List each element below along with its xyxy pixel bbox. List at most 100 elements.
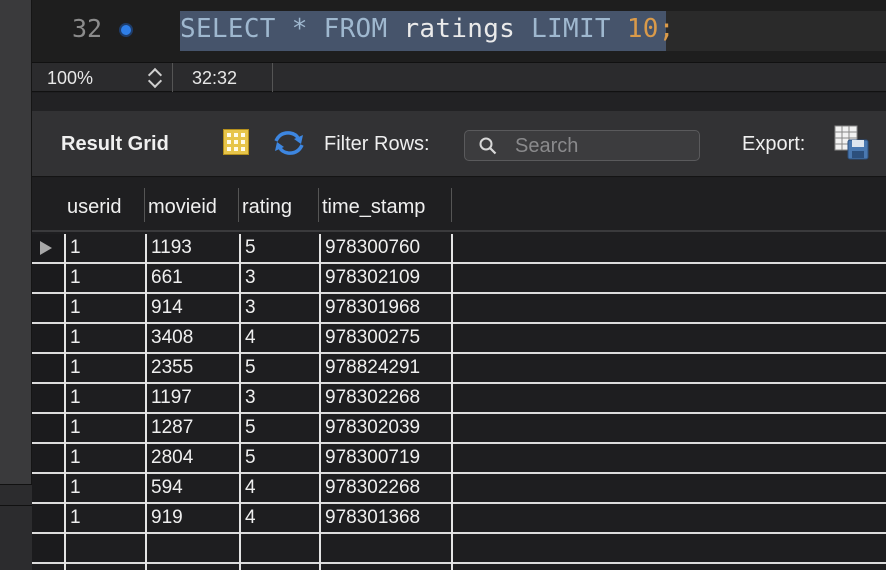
cell-rating[interactable]: 5	[241, 234, 256, 262]
export-label: Export:	[742, 133, 806, 155]
cell-userid[interactable]: 1	[66, 444, 81, 472]
sql-keyword-limit: LIMIT	[531, 14, 611, 44]
editor-line-highlight	[666, 11, 886, 51]
cell-movieid[interactable]: 661	[147, 264, 183, 292]
cell-userid[interactable]: 1	[66, 474, 81, 502]
table-row[interactable]: 1 2355 5 978824291	[32, 354, 886, 384]
cell-time-stamp[interactable]: 978301968	[321, 294, 420, 322]
cell-rating[interactable]: 5	[241, 414, 256, 442]
cell-userid[interactable]: 1	[66, 264, 81, 292]
column-header-userid[interactable]: userid	[64, 188, 145, 222]
table-row-empty[interactable]	[32, 534, 886, 564]
cell-movieid[interactable]: 2355	[147, 354, 193, 382]
cell-userid[interactable]: 1	[66, 234, 81, 262]
cell-rating[interactable]: 4	[241, 474, 256, 502]
sql-table-name: ratings	[403, 14, 516, 44]
cell-userid[interactable]: 1	[66, 504, 81, 532]
cell-time-stamp[interactable]: 978300760	[321, 234, 420, 262]
cell-movieid[interactable]: 919	[147, 504, 183, 532]
divider	[272, 63, 273, 92]
cell-userid[interactable]: 1	[66, 294, 81, 322]
result-toolbar: Result Grid Filter Rows: Export:	[32, 111, 886, 177]
cell-rating[interactable]: 4	[241, 324, 256, 352]
cell-time-stamp[interactable]: 978302039	[321, 414, 420, 442]
result-grid-label: Result Grid	[61, 133, 169, 155]
sql-semicolon: ;	[658, 14, 675, 44]
export-icon[interactable]	[834, 125, 870, 161]
cell-movieid[interactable]: 914	[147, 294, 183, 322]
filter-rows-label: Filter Rows:	[324, 133, 430, 155]
sql-keyword-select: SELECT	[180, 14, 276, 44]
search-icon	[479, 137, 497, 155]
row-gutter	[32, 324, 64, 353]
cell-movieid[interactable]: 3408	[147, 324, 193, 352]
cell-time-stamp[interactable]: 978300275	[321, 324, 420, 352]
left-sidebar-lower-panel	[0, 484, 32, 570]
line-number: 32	[72, 14, 103, 43]
cell-rating[interactable]: 3	[241, 384, 256, 412]
cell-rating[interactable]: 4	[241, 504, 256, 532]
table-row[interactable]: 1 3408 4 978300275	[32, 324, 886, 354]
cell-time-stamp[interactable]: 978302268	[321, 384, 420, 412]
row-gutter	[32, 414, 64, 443]
cell-rating[interactable]: 3	[241, 294, 256, 322]
cell-userid[interactable]: 1	[66, 354, 81, 382]
row-gutter	[32, 504, 64, 533]
panel-gap	[32, 93, 886, 111]
column-header-movieid[interactable]: movieid	[145, 188, 239, 222]
cell-time-stamp[interactable]: 978300719	[321, 444, 420, 472]
cell-userid[interactable]: 1	[66, 414, 81, 442]
row-gutter	[32, 474, 64, 503]
divider	[0, 505, 32, 506]
table-row[interactable]: 1 1197 3 978302268	[32, 384, 886, 414]
sql-editor[interactable]: 32 SELECT * FROM ratings LIMIT 10;	[32, 0, 886, 62]
left-sidebar-strip	[0, 0, 32, 570]
column-header-time-stamp[interactable]: time_stamp	[319, 188, 452, 222]
search-input[interactable]	[515, 134, 691, 158]
cell-time-stamp[interactable]: 978302109	[321, 264, 420, 292]
result-grid[interactable]: userid movieid rating time_stamp 1 1193 5 9…	[32, 178, 886, 570]
sql-statement[interactable]: SELECT * FROM ratings LIMIT 10;	[180, 14, 675, 44]
breakpoint-dot-icon[interactable]	[121, 25, 131, 35]
cell-time-stamp[interactable]: 978302268	[321, 474, 420, 502]
table-row[interactable]: 1 1193 5 978300760	[32, 234, 886, 264]
cell-movieid[interactable]: 2804	[147, 444, 193, 472]
search-field[interactable]	[464, 130, 700, 161]
cursor-position: 32:32	[192, 68, 238, 88]
zoom-level: 100%	[47, 68, 94, 88]
cell-movieid[interactable]: 1193	[147, 234, 192, 262]
cell-rating[interactable]: 5	[241, 354, 256, 382]
column-header-rating[interactable]: rating	[239, 188, 319, 222]
column-divider	[239, 234, 241, 570]
row-gutter	[32, 264, 64, 293]
row-gutter	[32, 234, 64, 263]
cell-userid[interactable]: 1	[66, 324, 81, 352]
cell-movieid[interactable]: 1197	[147, 384, 192, 412]
cell-movieid[interactable]: 594	[147, 474, 183, 502]
divider	[172, 63, 173, 92]
cell-userid[interactable]: 1	[66, 384, 81, 412]
row-gutter	[32, 534, 64, 563]
cell-movieid[interactable]: 1287	[147, 414, 193, 442]
table-row[interactable]: 1 1287 5 978302039	[32, 414, 886, 444]
table-row[interactable]: 1 919 4 978301368	[32, 504, 886, 534]
row-divider	[32, 562, 886, 564]
zoom-stepper-icon[interactable]	[146, 66, 166, 90]
refresh-icon[interactable]	[272, 129, 306, 157]
column-divider	[451, 234, 453, 570]
table-row[interactable]: 1 594 4 978302268	[32, 474, 886, 504]
sql-limit-value: 10	[626, 14, 659, 44]
row-gutter	[32, 354, 64, 383]
table-row[interactable]: 1 914 3 978301968	[32, 294, 886, 324]
cell-time-stamp[interactable]: 978301368	[321, 504, 420, 532]
row-gutter	[32, 384, 64, 413]
cell-rating[interactable]: 5	[241, 444, 256, 472]
table-row[interactable]: 1 2804 5 978300719	[32, 444, 886, 474]
cell-time-stamp[interactable]: 978824291	[321, 354, 420, 382]
column-divider	[64, 234, 66, 570]
grid-layout-icon[interactable]	[223, 129, 249, 155]
cell-rating[interactable]: 3	[241, 264, 256, 292]
table-row[interactable]: 1 661 3 978302109	[32, 264, 886, 294]
grid-header-row: userid movieid rating time_stamp	[32, 178, 886, 232]
editor-status-bar: 100% 32:32	[32, 62, 886, 92]
